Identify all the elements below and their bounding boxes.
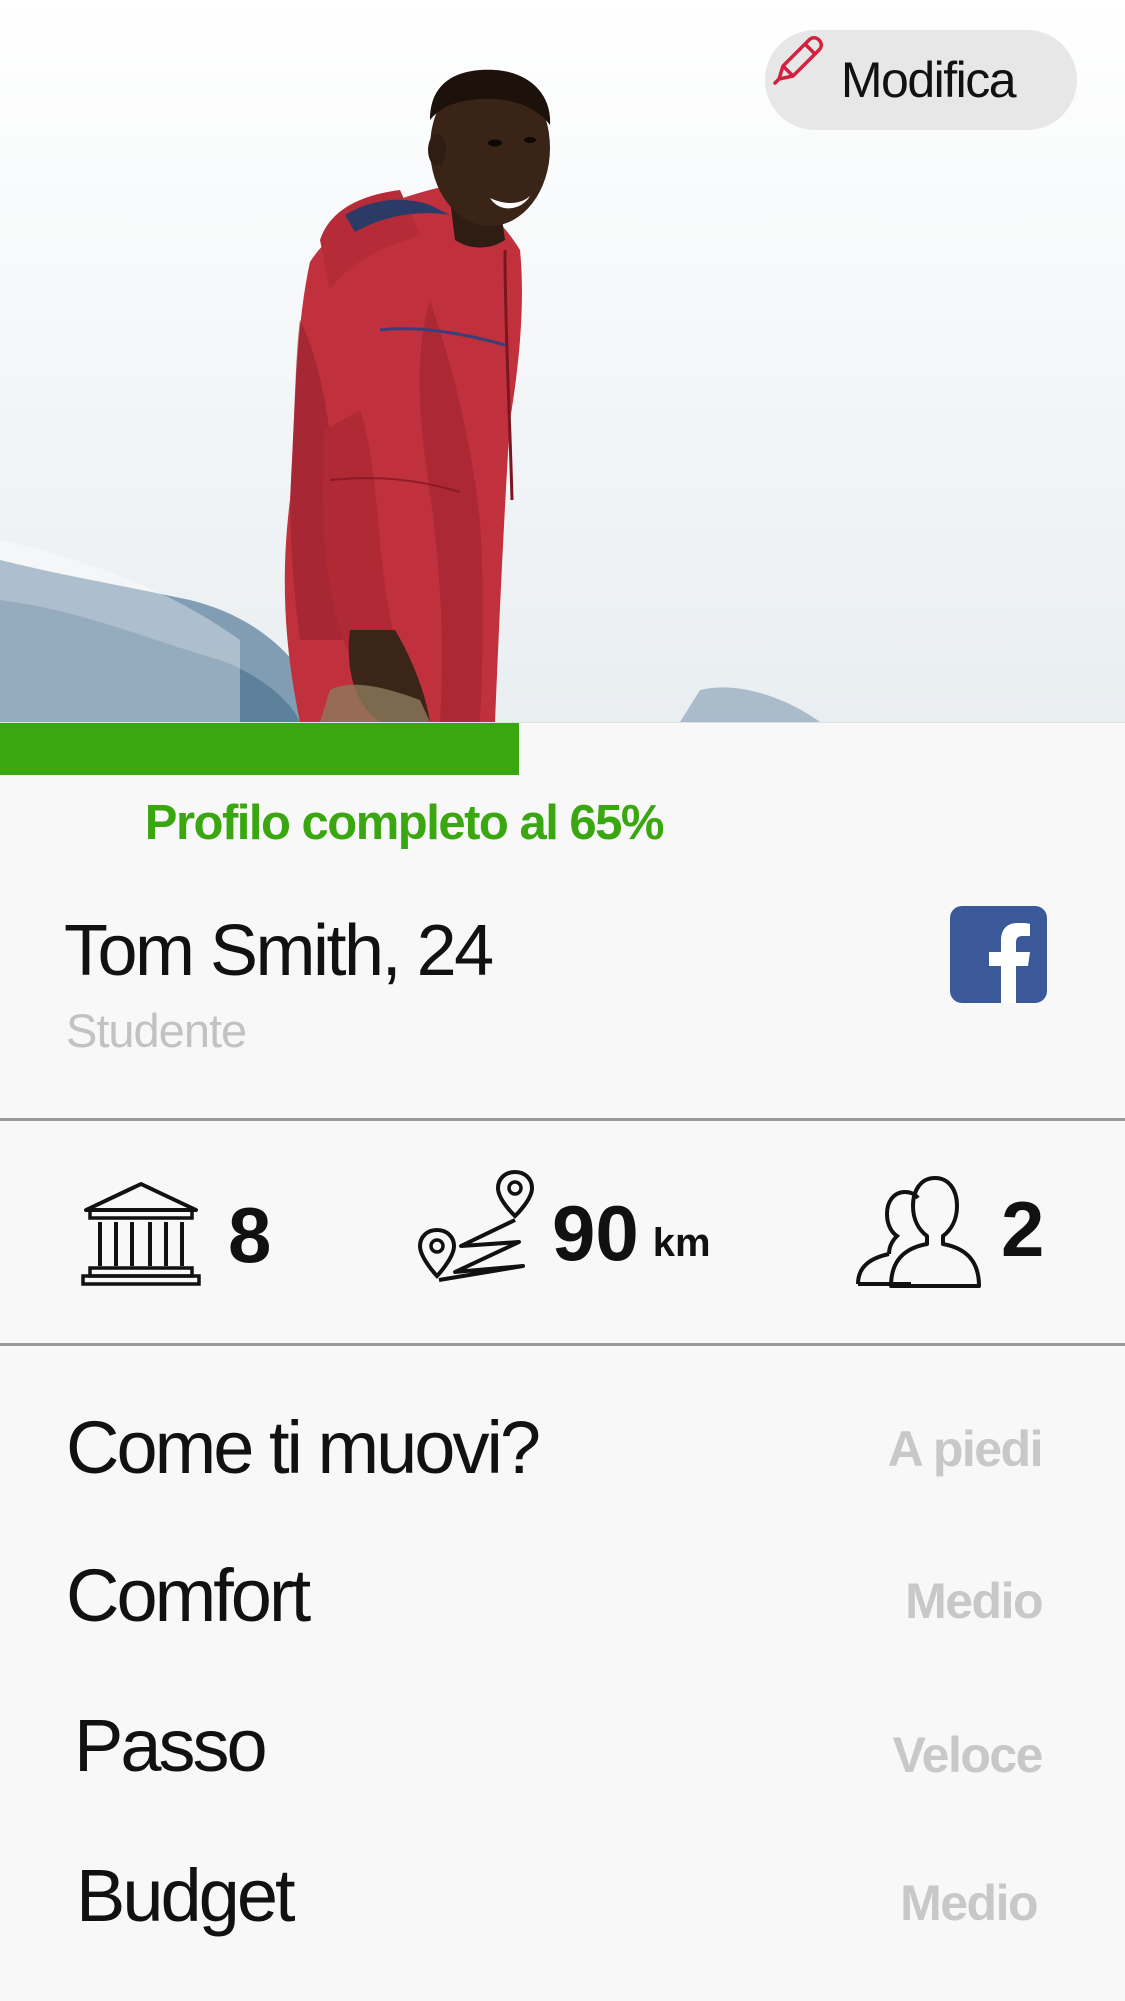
divider	[0, 1118, 1125, 1121]
profile-occupation: Studente	[66, 1004, 247, 1057]
pref-budget-value[interactable]: Medio	[900, 1874, 1038, 1932]
stat-distance-unit: km	[652, 1220, 711, 1265]
profile-completion-label: Profilo completo al 65%	[144, 796, 665, 850]
pref-comfort-value[interactable]: Medio	[905, 1572, 1043, 1630]
divider	[0, 1343, 1125, 1346]
stat-friends: 2	[855, 1174, 1044, 1295]
museum-icon	[80, 1180, 202, 1291]
route-icon	[415, 1168, 540, 1298]
facebook-icon[interactable]	[950, 906, 1047, 1003]
profile-completion-fill	[0, 723, 520, 775]
pref-transport-label[interactable]: Come ti muovi?	[66, 1405, 541, 1490]
stat-distance-value: 90	[552, 1188, 639, 1277]
stat-museums: 8	[80, 1180, 271, 1291]
stat-museums-value: 8	[228, 1191, 272, 1279]
edit-button-label: Modifica	[840, 52, 1017, 108]
stat-distance: 90 km	[415, 1168, 711, 1298]
friends-icon	[855, 1174, 981, 1295]
pref-pace-value[interactable]: Veloce	[893, 1726, 1044, 1784]
profile-completion-bar	[0, 722, 1125, 775]
profile-name: Tom Smith, 24	[64, 911, 494, 991]
stat-friends-value: 2	[1001, 1185, 1045, 1273]
profile-cover-photo: Modifica	[0, 0, 1125, 722]
pref-transport-value[interactable]: A piedi	[888, 1420, 1044, 1478]
edit-profile-button[interactable]: Modifica	[765, 30, 1077, 130]
pref-comfort-label[interactable]: Comfort	[66, 1553, 311, 1638]
pref-pace-label[interactable]: Passo	[74, 1703, 268, 1788]
pref-budget-label[interactable]: Budget	[76, 1853, 296, 1938]
